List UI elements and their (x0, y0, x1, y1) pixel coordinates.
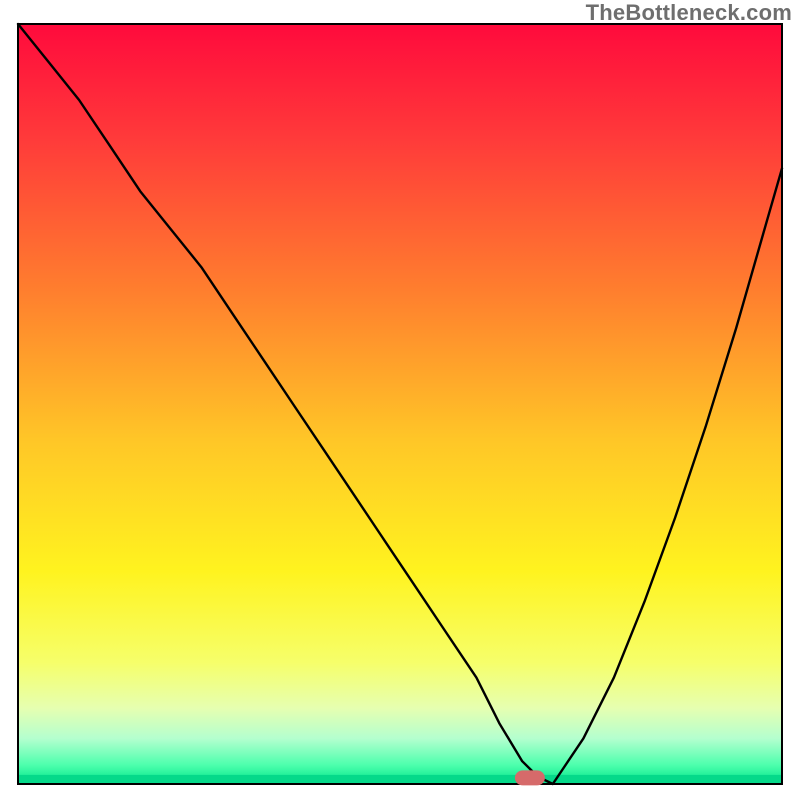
watermark-text: TheBottleneck.com (586, 0, 792, 26)
green-floor-strip (18, 775, 782, 784)
optimal-marker (515, 770, 545, 785)
chart-container: TheBottleneck.com (0, 0, 800, 800)
bottleneck-chart (0, 0, 800, 800)
gradient-background (18, 24, 782, 784)
